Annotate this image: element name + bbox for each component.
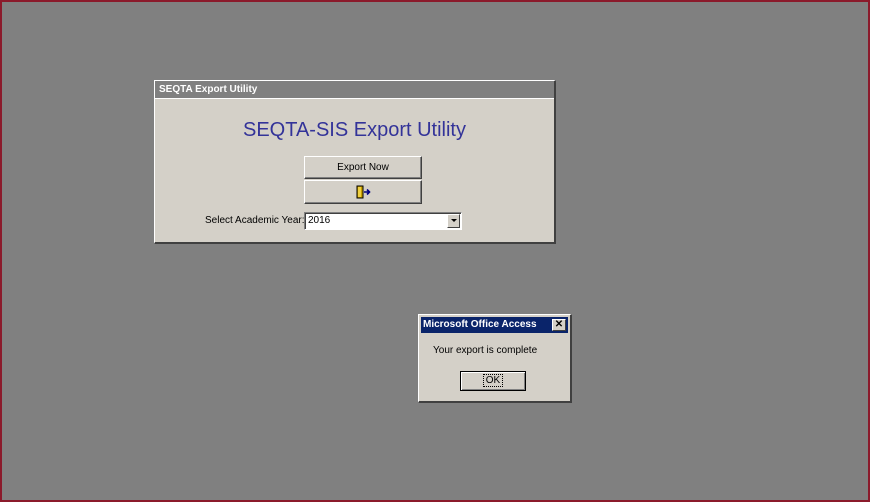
form-heading: SEQTA-SIS Export Utility [242, 119, 466, 141]
desktop-background: SEQTA Export Utility SEQTA-SIS Export Ut… [0, 0, 870, 502]
ok-button[interactable]: OK [460, 371, 526, 391]
academic-year-label: Select Academic Year: [205, 215, 305, 226]
close-icon[interactable]: ✕ [552, 319, 566, 331]
exit-door-icon [356, 185, 371, 199]
dropdown-button[interactable] [447, 214, 460, 228]
export-utility-form: SEQTA Export Utility SEQTA-SIS Export Ut… [154, 80, 556, 244]
academic-year-select[interactable]: 2016 [304, 212, 462, 230]
chevron-down-icon [451, 219, 457, 222]
message-box-titlebar: Microsoft Office Access ✕ [421, 317, 568, 333]
export-now-button[interactable]: Export Now [304, 156, 422, 179]
message-box: Microsoft Office Access ✕ Your export is… [418, 314, 572, 403]
academic-year-value: 2016 [308, 215, 331, 226]
form-titlebar: SEQTA Export Utility [155, 81, 554, 99]
ok-button-label: OK [482, 374, 504, 387]
message-text: Your export is complete [433, 345, 538, 356]
exit-button[interactable] [304, 180, 422, 204]
message-box-title: Microsoft Office Access [423, 319, 537, 330]
